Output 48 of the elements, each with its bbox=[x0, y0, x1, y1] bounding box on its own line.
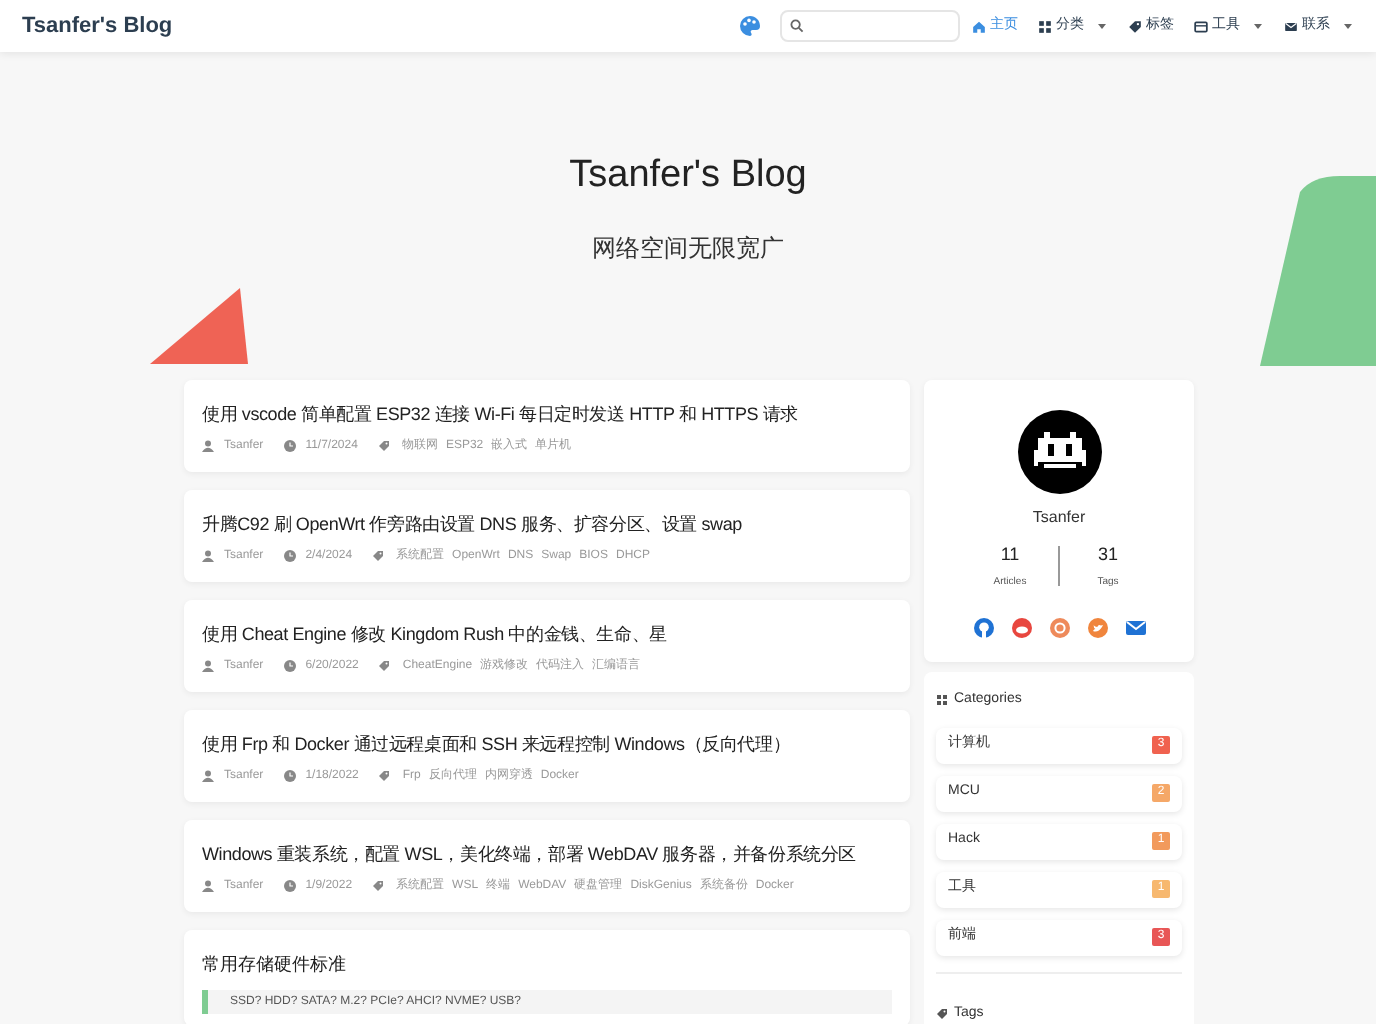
clock-icon bbox=[283, 770, 296, 782]
profile-name: Tsanfer bbox=[1032, 506, 1086, 530]
user-icon bbox=[202, 660, 214, 672]
user-icon bbox=[202, 440, 214, 452]
user-icon bbox=[202, 770, 214, 782]
post-title-link[interactable]: 使用 Cheat Engine 修改 Kingdom Rush 中的金钱、生命、星 bbox=[202, 622, 892, 646]
social-link[interactable] bbox=[973, 618, 993, 638]
clock-icon bbox=[283, 440, 296, 452]
stat-value: 11 bbox=[1000, 542, 1020, 568]
tag-icon bbox=[372, 880, 385, 892]
bird-icon bbox=[1087, 618, 1107, 638]
grid-icon bbox=[936, 694, 948, 707]
grid-icon bbox=[1038, 19, 1052, 33]
tag-icon bbox=[378, 770, 391, 782]
post-title-link[interactable]: Windows 重装系统，配置 WSL，美化终端，部署 WebDAV 服务器，并备份系统分区 bbox=[202, 842, 892, 866]
envelope-icon bbox=[1125, 618, 1145, 638]
search-field[interactable] bbox=[780, 10, 960, 42]
post-title-link[interactable]: 使用 Frp 和 Docker 通过远程桌面和 SSH 来远程控制 Windows（反向代理） bbox=[202, 732, 892, 756]
alien-avatar bbox=[1017, 410, 1101, 494]
search-icon bbox=[790, 18, 804, 34]
github-icon bbox=[973, 618, 993, 638]
stat-value: 31 bbox=[1097, 542, 1118, 568]
tag-icon bbox=[377, 440, 390, 452]
envelope-icon bbox=[1284, 19, 1298, 33]
tag-icon bbox=[372, 550, 385, 562]
user-icon bbox=[202, 880, 214, 892]
clock-icon bbox=[283, 880, 296, 892]
hero-subtitle: 网络空间无限宽广 bbox=[592, 231, 784, 265]
hero-title: Tsanfer's Blog bbox=[569, 152, 807, 200]
social-link[interactable] bbox=[1049, 618, 1069, 638]
blog-brand-link[interactable]: Tsanfer's Blog bbox=[22, 9, 173, 43]
social-link[interactable] bbox=[1087, 618, 1107, 638]
post-title-link[interactable]: 使用 vscode 简单配置 ESP32 连接 Wi-Fi 每日定时发送 HTTP 和 HTTPS 请求 bbox=[202, 402, 892, 426]
home-icon bbox=[972, 19, 986, 33]
social-link[interactable] bbox=[1125, 618, 1145, 638]
user-icon bbox=[202, 550, 214, 562]
clock-icon bbox=[283, 550, 296, 562]
weibo-icon bbox=[1011, 618, 1031, 638]
post-title-link[interactable]: 升腾C92 刷 OpenWrt 作旁路由设置 DNS 服务、扩容分区、设置 swap bbox=[202, 512, 892, 536]
tag-icon bbox=[1128, 19, 1142, 33]
social-link[interactable] bbox=[1011, 618, 1031, 638]
triangle-decoration bbox=[150, 288, 250, 368]
toolbox-icon bbox=[1194, 19, 1208, 33]
tag-icon bbox=[378, 660, 391, 672]
post-title-link[interactable]: 常用存储硬件标准 bbox=[202, 952, 892, 976]
zhihu-icon bbox=[1049, 618, 1069, 638]
clock-icon bbox=[283, 660, 296, 672]
palette-icon bbox=[738, 14, 762, 38]
